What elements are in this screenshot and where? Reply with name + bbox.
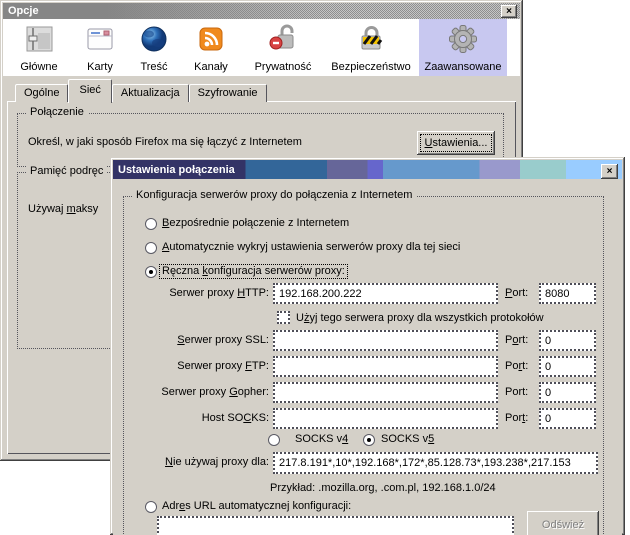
browser-tabs-icon (84, 23, 116, 58)
gopher-port-label: Port: (505, 386, 528, 398)
options-titlebar[interactable]: Opcje × (3, 3, 520, 19)
direct-connection-radio[interactable] (145, 218, 157, 230)
toolbar-item-kanaly[interactable]: Kanały (179, 19, 243, 76)
direct-connection-label[interactable]: Bezpośrednie połączenie z Internetem (162, 217, 349, 230)
globe-icon (138, 23, 170, 58)
socks-v5-label[interactable]: SOCKS v5 (381, 433, 434, 446)
connection-description: Określ, w jaki sposób Firefox ma się łąc… (28, 136, 302, 148)
toolbar-item-karty[interactable]: Karty (71, 19, 129, 76)
options-window-title: Opcje (8, 5, 39, 17)
rss-feed-icon (195, 23, 227, 58)
privacy-unlock-icon (267, 23, 299, 58)
ftp-proxy-label: Serwer proxy FTP: (124, 360, 269, 372)
dialog-body: Konfiguracja serwerów proxy do połączeni… (113, 179, 622, 535)
share-proxy-checkbox[interactable] (277, 311, 290, 324)
auto-url-label[interactable]: Adres URL automatycznej konfiguracji: (162, 500, 351, 513)
socks-port-label: Port: (505, 412, 528, 424)
tab-ogolne[interactable]: Ogólne (15, 84, 68, 102)
http-proxy-input[interactable] (273, 283, 498, 304)
toolbar-item-prywatnosc[interactable]: Prywatność (243, 19, 323, 76)
socks-host-input[interactable] (273, 408, 498, 429)
no-proxy-label: Nie używaj proxy dla: (124, 456, 269, 468)
options-toolbar: Główne Karty Treść (3, 19, 520, 76)
dialog-titlebar[interactable]: Ustawienia połączenia × (113, 160, 622, 179)
socks-v4-radio[interactable] (268, 434, 280, 446)
gopher-proxy-label: Serwer proxy Gopher: (124, 386, 269, 398)
control-panel-icon (23, 23, 55, 58)
auto-url-input[interactable] (157, 516, 514, 535)
dialog-close-button[interactable]: × (601, 164, 618, 179)
socks-port-input[interactable] (539, 408, 596, 429)
http-port-input[interactable] (539, 283, 596, 304)
ssl-proxy-input[interactable] (273, 330, 498, 351)
cache-group-title: Pamięć podręc (26, 165, 107, 178)
proxy-group-title: Konfiguracja serwerów proxy do połączeni… (132, 189, 416, 202)
http-proxy-label: Serwer proxy HTTP: (124, 287, 269, 299)
gopher-proxy-input[interactable] (273, 382, 498, 403)
socks-v4-label[interactable]: SOCKS v4 (295, 433, 348, 446)
options-close-button[interactable]: × (501, 5, 517, 18)
ssl-port-label: Port: (505, 334, 528, 346)
close-icon: × (506, 7, 512, 17)
manual-config-radio[interactable] (145, 266, 157, 278)
no-proxy-example: Przykład: .mozilla.org, .com.pl, 192.168… (270, 482, 496, 494)
connection-settings-dialog: Ustawienia połączenia × Konfiguracja ser… (110, 157, 625, 535)
tab-szyfrowanie[interactable]: Szyfrowanie (189, 84, 267, 102)
ssl-port-input[interactable] (539, 330, 596, 351)
gear-icon (447, 23, 479, 58)
ftp-port-input[interactable] (539, 356, 596, 377)
toolbar-item-tresc[interactable]: Treść (129, 19, 179, 76)
toolbar-item-label: Kanały (194, 61, 228, 73)
toolbar-item-label: Główne (20, 61, 57, 73)
manual-config-label[interactable]: Ręczna konfiguracja serwerów proxy: (160, 265, 347, 278)
toolbar-item-bezpieczenstwo[interactable]: Bezpieczeństwo (323, 19, 419, 76)
toolbar-item-glowne[interactable]: Główne (7, 19, 71, 76)
security-lock-icon (355, 23, 387, 58)
gopher-port-input[interactable] (539, 382, 596, 403)
share-proxy-label[interactable]: Użyj tego serwera proxy dla wszystkich p… (296, 312, 544, 325)
auto-detect-label[interactable]: Automatycznie wykryj ustawienia serwerów… (162, 241, 460, 254)
close-icon: × (607, 167, 613, 177)
desktop: Opcje × Główne Karty (0, 0, 630, 535)
http-port-label: Port: (505, 287, 528, 299)
ftp-port-label: Port: (505, 360, 528, 372)
dialog-title: Ustawienia połączenia (118, 164, 235, 176)
ssl-proxy-label: Serwer proxy SSL: (124, 334, 269, 346)
auto-detect-radio[interactable] (145, 242, 157, 254)
toolbar-item-label: Bezpieczeństwo (331, 61, 411, 73)
tab-aktualizacja[interactable]: Aktualizacja (112, 84, 189, 102)
auto-url-radio[interactable] (145, 501, 157, 513)
toolbar-item-label: Treść (140, 61, 167, 73)
tab-siec[interactable]: Sieć (68, 79, 111, 103)
settings-button[interactable]: Ustawienia... (417, 131, 495, 155)
cache-text: Używaj maksy (28, 203, 98, 215)
connection-group-title: Połączenie (26, 106, 88, 119)
refresh-button[interactable]: Odśwież (527, 511, 599, 535)
proxy-config-groupbox: Konfiguracja serwerów proxy do połączeni… (123, 196, 604, 535)
ftp-proxy-input[interactable] (273, 356, 498, 377)
no-proxy-input[interactable] (273, 452, 598, 474)
toolbar-item-zaawansowane[interactable]: Zaawansowane (419, 19, 507, 76)
toolbar-item-label: Prywatność (255, 61, 312, 73)
socks-v5-radio[interactable] (363, 434, 375, 446)
toolbar-item-label: Karty (87, 61, 113, 73)
toolbar-item-label: Zaawansowane (424, 61, 501, 73)
tab-strip: Ogólne Sieć Aktualizacja Szyfrowanie (15, 78, 267, 102)
socks-host-label: Host SOCKS: (124, 412, 269, 424)
